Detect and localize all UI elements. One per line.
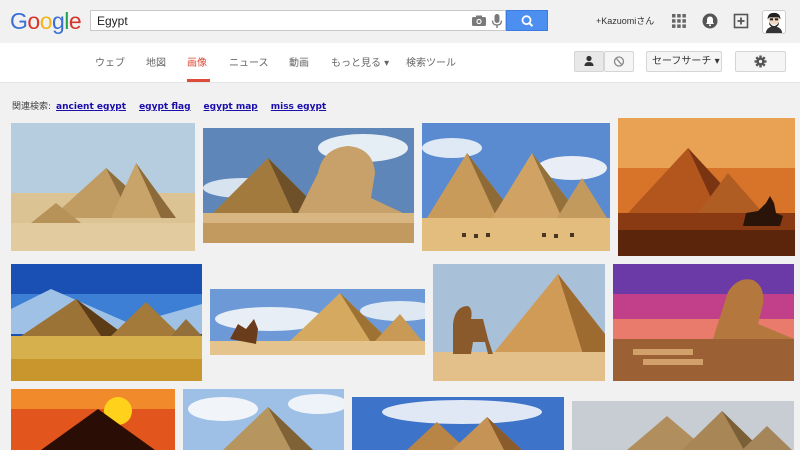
apps-grid-icon[interactable]: [670, 12, 688, 30]
tab-videos[interactable]: 動画: [289, 54, 309, 69]
related-searches: 関連検索: ancient egypt egypt flag egypt map mis…: [12, 99, 334, 112]
globe-icon: [613, 56, 625, 67]
image-result[interactable]: [618, 118, 795, 256]
top-bar: Google +Kazuomiさん: [0, 0, 800, 43]
notifications-icon[interactable]: [701, 12, 719, 30]
share-plus-icon[interactable]: [732, 12, 750, 30]
google-logo[interactable]: Google: [10, 8, 82, 35]
active-tab-indicator: [187, 79, 210, 82]
related-link-egypt-map[interactable]: egypt map: [204, 102, 258, 112]
microphone-icon[interactable]: [489, 13, 505, 29]
search-icon: [521, 15, 534, 27]
tab-search-tools[interactable]: 検索ツール: [406, 54, 456, 69]
person-icon: [584, 55, 594, 66]
tab-web[interactable]: ウェブ: [95, 54, 125, 69]
related-link-ancient-egypt[interactable]: ancient egypt: [56, 102, 126, 112]
image-result[interactable]: [11, 123, 195, 251]
logo-letter: o: [27, 8, 40, 34]
tab-more[interactable]: もっと見る ▾: [331, 54, 389, 69]
related-link-egypt-flag[interactable]: egypt flag: [139, 102, 190, 112]
camera-icon[interactable]: [471, 13, 487, 29]
image-result[interactable]: [183, 389, 344, 450]
related-prefix: 関連検索:: [12, 102, 52, 112]
image-result[interactable]: [572, 401, 794, 450]
image-result[interactable]: [11, 389, 175, 450]
gear-icon: [754, 55, 767, 68]
logo-letter: g: [51, 8, 65, 34]
image-result[interactable]: [203, 128, 414, 243]
personal-results-button[interactable]: [574, 51, 604, 72]
safesearch-dropdown[interactable]: セーフサーチ ▾: [646, 51, 722, 72]
user-name-link[interactable]: +Kazuomiさん: [596, 14, 654, 27]
image-result[interactable]: [433, 264, 605, 381]
search-box: [90, 10, 506, 31]
logo-letter: G: [10, 8, 28, 34]
tab-news[interactable]: ニュース: [229, 54, 269, 69]
image-result[interactable]: [210, 289, 425, 355]
logo-letter: e: [68, 8, 82, 34]
tab-maps[interactable]: 地図: [146, 54, 166, 69]
search-input[interactable]: [97, 12, 457, 29]
image-result[interactable]: [422, 123, 610, 251]
image-result[interactable]: [11, 264, 202, 381]
settings-button[interactable]: [735, 51, 786, 72]
search-button[interactable]: [506, 10, 548, 31]
related-link-miss-egypt[interactable]: miss egypt: [271, 102, 326, 112]
nav-bar: ウェブ 地図 画像 ニュース 動画 もっと見る ▾ 検索ツール セーフサーチ ▾: [0, 43, 800, 83]
logo-letter: o: [39, 8, 53, 34]
hide-personal-results-button[interactable]: [604, 51, 634, 72]
tab-images[interactable]: 画像: [187, 54, 207, 69]
avatar[interactable]: [762, 10, 786, 34]
image-result[interactable]: [352, 397, 564, 450]
image-result[interactable]: [613, 264, 794, 381]
